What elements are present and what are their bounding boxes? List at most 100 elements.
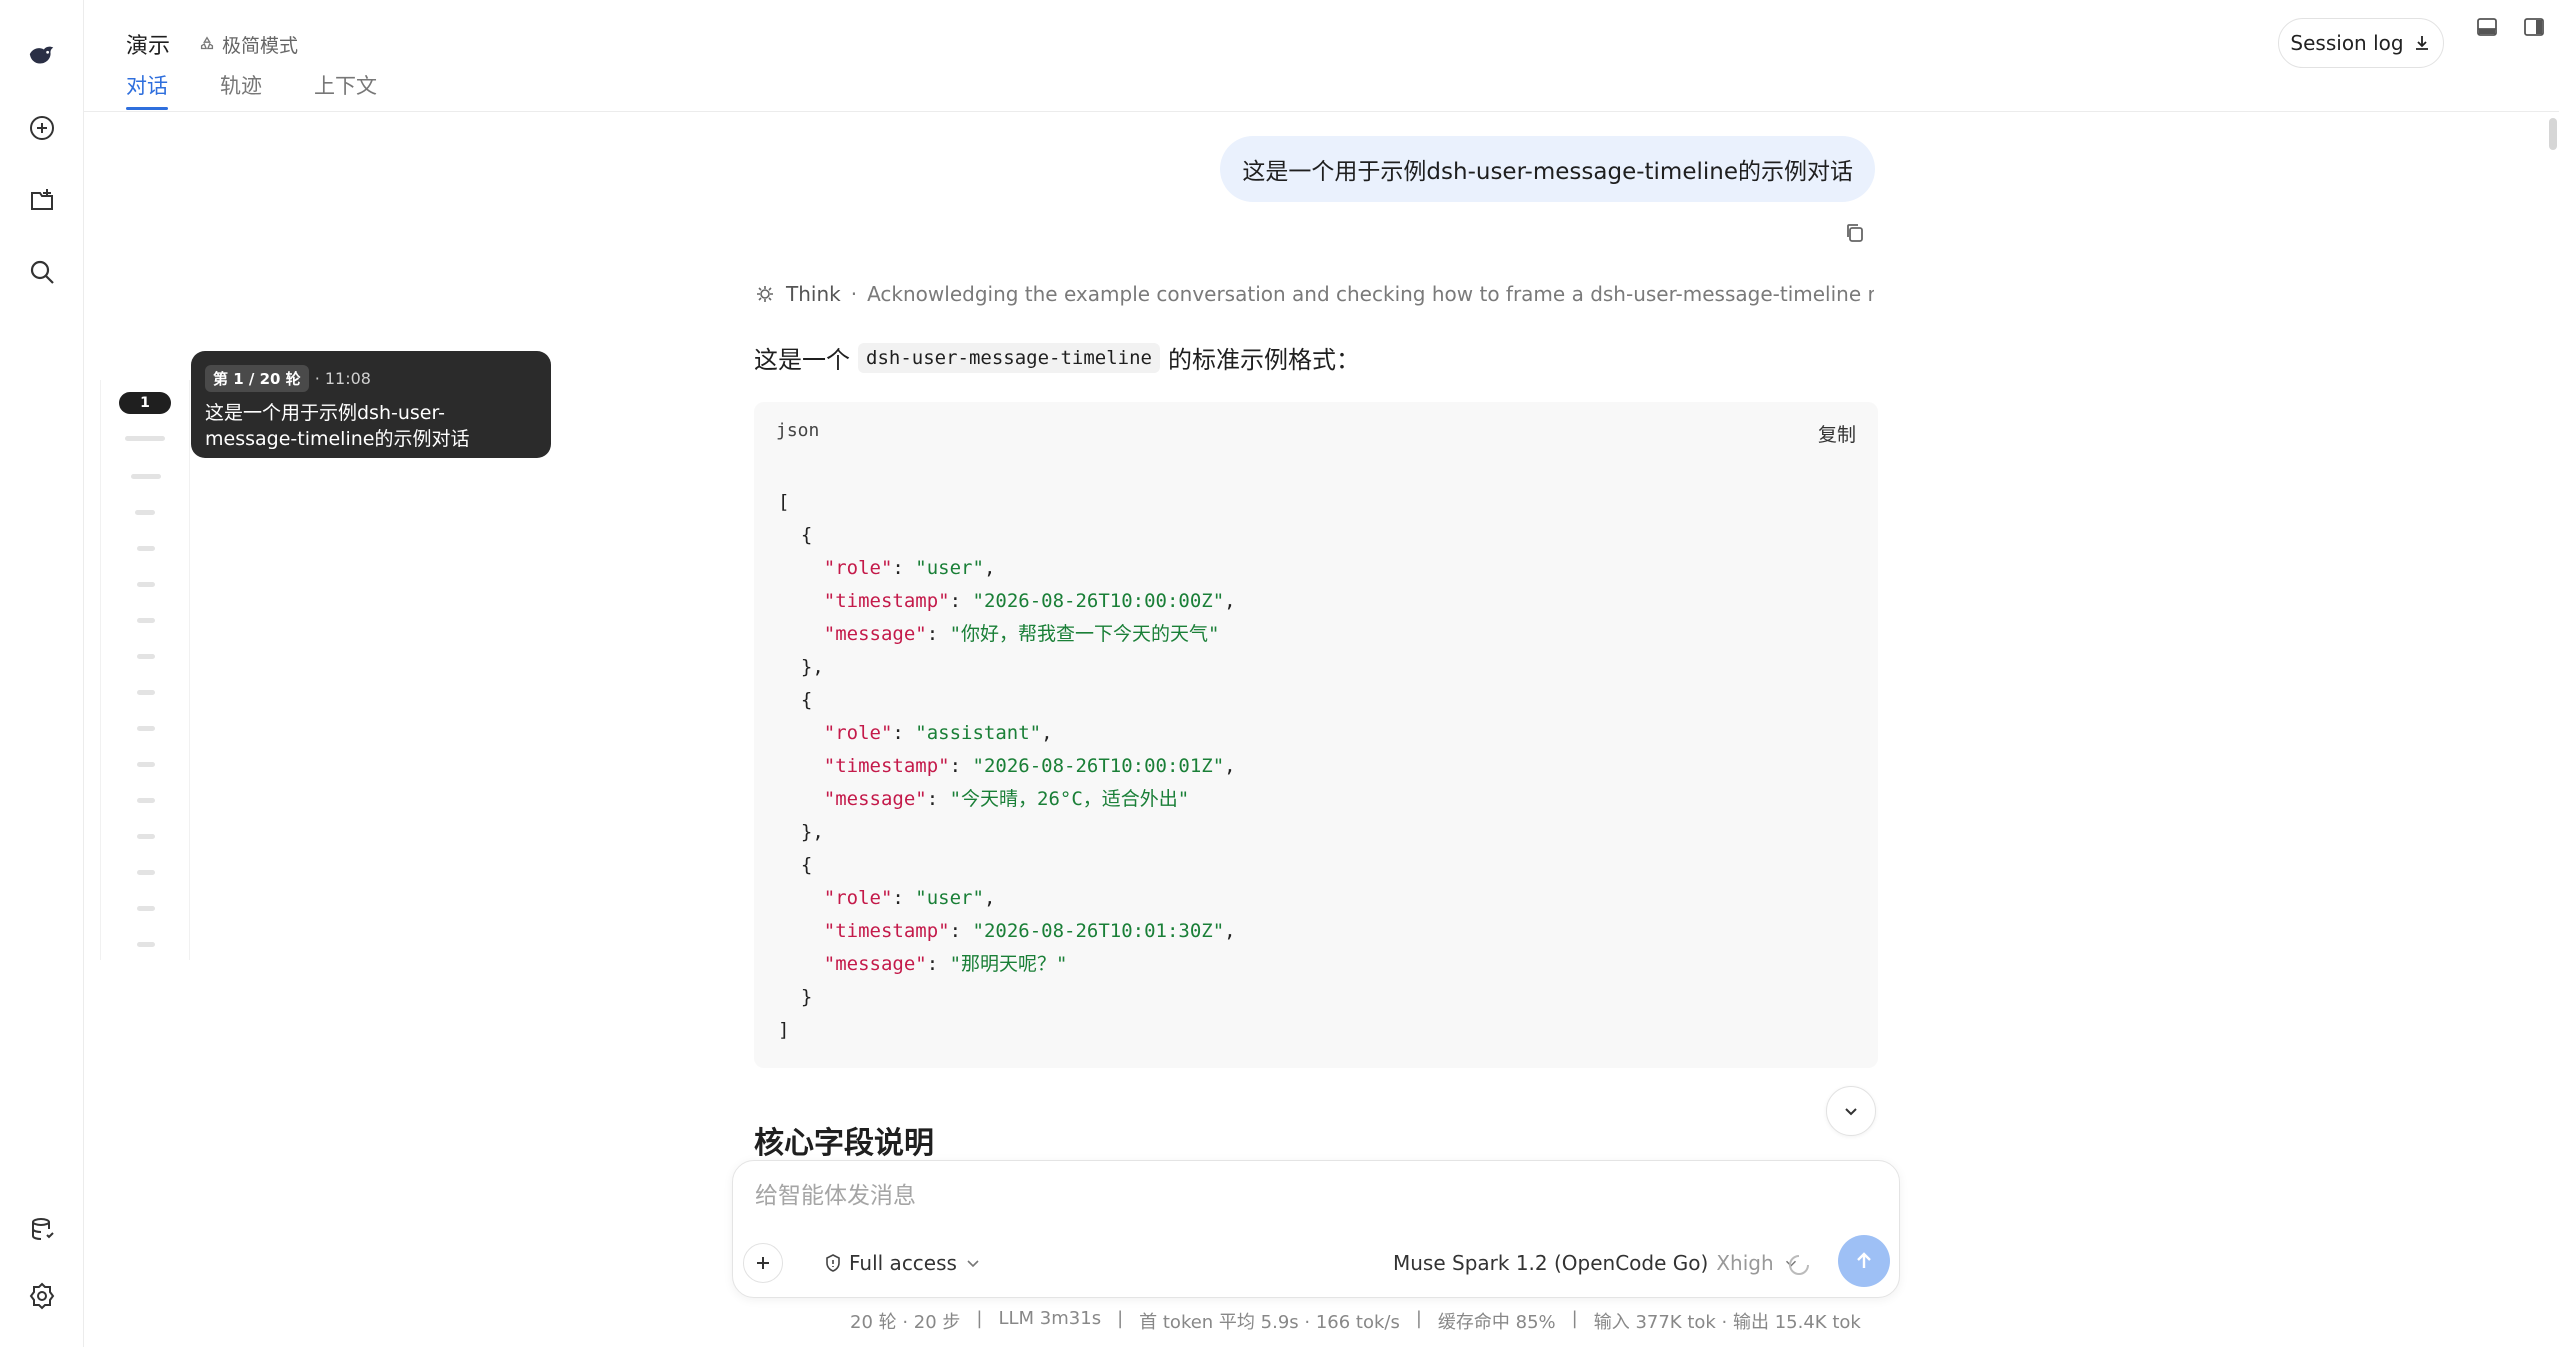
- code-line: {: [778, 689, 813, 711]
- timeline-preview-card: 第 1 / 20 轮 · 11:08 这是一个用于示例dsh-user-mess…: [191, 351, 551, 458]
- inline-code: dsh-user-message-timeline: [858, 342, 1160, 373]
- session-stats: 20 轮 · 20 步 | LLM 3m31s | 首 token 平均 5.9s · …: [850, 1308, 1861, 1334]
- mode-label: 极简模式: [222, 34, 299, 57]
- code-line: {: [778, 524, 813, 546]
- session-log-button[interactable]: Session log: [2278, 18, 2444, 68]
- session-log-label: Session log: [2290, 31, 2404, 55]
- database-icon[interactable]: [22, 1210, 62, 1250]
- code-line: "message": "那明天呢？": [823, 953, 1068, 975]
- plus-icon: [757, 1257, 769, 1269]
- send-button[interactable]: [1838, 1235, 1890, 1287]
- timeline-turn-marker[interactable]: [135, 510, 155, 515]
- turn-preview-text: 这是一个用于示例dsh-user-message-timeline的示例对话: [205, 402, 470, 450]
- code-line: "message": "今天晴，26°C，适合外出": [823, 788, 1190, 810]
- scroll-to-bottom-button[interactable]: [1826, 1086, 1876, 1136]
- stats-item: 20 轮 · 20 步: [850, 1312, 961, 1333]
- chevron-down-icon: [1845, 1108, 1857, 1116]
- timeline-turn-marker[interactable]: [137, 834, 155, 839]
- access-label: Full access: [849, 1251, 957, 1275]
- answer-intro: 这是一个 dsh-user-message-timeline 的标准示例格式：: [754, 340, 1360, 375]
- code-line: [: [778, 491, 790, 513]
- right-panel-toggle-icon[interactable]: [2521, 14, 2547, 40]
- settings-icon[interactable]: [22, 1276, 62, 1316]
- code-line: "role": "user",: [823, 557, 996, 579]
- download-icon: [2415, 36, 2428, 50]
- timeline-turn-marker[interactable]: [137, 870, 155, 875]
- answer-intro-before: 这是一个: [754, 346, 850, 374]
- code-line: }: [778, 986, 813, 1008]
- timeline-turn-marker[interactable]: [131, 474, 161, 479]
- app-logo-icon[interactable]: [22, 36, 62, 76]
- model-selector[interactable]: Muse Spark 1.2 (OpenCode Go) Xhigh: [1393, 1251, 1800, 1275]
- turn-badge: 第 1 / 20 轮: [205, 365, 309, 392]
- top-header: 演示 极简模式 对话 轨迹 上下文 Session log: [84, 0, 2559, 112]
- timeline-turn-marker[interactable]: [137, 690, 155, 695]
- timeline-turn-marker[interactable]: [125, 436, 165, 441]
- think-summary-text: Acknowledging the example conversation a…: [867, 282, 1874, 306]
- scrollbar-thumb[interactable]: [2549, 118, 2557, 150]
- stats-separator: |: [1117, 1308, 1124, 1329]
- timeline-turn-marker[interactable]: [137, 798, 155, 803]
- timeline-turn-marker[interactable]: [137, 906, 155, 911]
- stats-item: 首 token 平均 5.9s · 166 tok/s: [1139, 1312, 1400, 1333]
- code-line: "timestamp": "2026-08-26T10:00:01Z",: [823, 755, 1236, 777]
- think-separator: ·: [850, 282, 858, 306]
- code-line: "message": "你好，帮我查一下今天的天气": [823, 623, 1220, 645]
- code-line: ]: [778, 1019, 790, 1041]
- attach-button[interactable]: [743, 1243, 783, 1283]
- new-chat-icon[interactable]: [22, 108, 62, 148]
- tab-trajectory[interactable]: 轨迹: [220, 70, 262, 110]
- loading-spinner-icon: [1789, 1255, 1809, 1275]
- message-input[interactable]: [755, 1183, 1855, 1209]
- stats-item: 输入 377K tok · 输出 15.4K tok: [1593, 1312, 1861, 1333]
- code-line: },: [778, 821, 824, 843]
- user-message-bubble: 这是一个用于示例dsh-user-message-timeline的示例对话: [1220, 136, 1875, 202]
- stats-item: 缓存命中 85%: [1437, 1312, 1556, 1333]
- shield-icon: [826, 1254, 840, 1272]
- answer-intro-after: 的标准示例格式：: [1167, 346, 1360, 374]
- bottom-panel-toggle-icon[interactable]: [2474, 14, 2500, 40]
- stats-separator: |: [1415, 1308, 1422, 1329]
- timeline-turn-marker[interactable]: [137, 618, 155, 623]
- code-line: "role": "assistant",: [823, 722, 1053, 744]
- timeline-turn-marker[interactable]: [137, 942, 155, 947]
- think-icon: [757, 286, 773, 302]
- model-label: Muse Spark 1.2 (OpenCode Go): [1393, 1251, 1709, 1275]
- search-icon[interactable]: [22, 252, 62, 292]
- tab-context[interactable]: 上下文: [314, 70, 377, 110]
- arrow-up-icon: [1857, 1252, 1871, 1268]
- code-language-label: json: [776, 420, 820, 441]
- timeline-turn-marker[interactable]: [137, 654, 155, 659]
- page-title: 演示: [126, 34, 171, 59]
- think-summary[interactable]: Think · Acknowledging the example conver…: [754, 282, 1874, 306]
- timeline-current-turn[interactable]: 1: [119, 392, 171, 414]
- stats-separator: |: [1571, 1308, 1578, 1329]
- copy-icon[interactable]: [1842, 220, 1868, 246]
- tab-chat[interactable]: 对话: [126, 70, 168, 110]
- section-heading: 核心字段说明: [754, 1126, 934, 1161]
- turn-timeline: 1: [100, 380, 190, 960]
- timeline-turn-marker[interactable]: [137, 582, 155, 587]
- stats-separator: |: [976, 1308, 983, 1329]
- left-rail: [0, 0, 84, 1347]
- effort-label: Xhigh: [1716, 1251, 1774, 1275]
- code-line: "timestamp": "2026-08-26T10:01:30Z",: [823, 920, 1236, 942]
- new-project-icon[interactable]: [22, 180, 62, 220]
- json-code-block: json 复制 [ { "role": "user", "timestamp":…: [754, 402, 1878, 1068]
- code-line: "role": "user",: [823, 887, 996, 909]
- message-composer: Full access Muse Spark 1.2 (OpenCode Go)…: [732, 1160, 1900, 1298]
- access-level-dropdown[interactable]: Full access: [823, 1251, 983, 1275]
- timeline-turn-marker[interactable]: [137, 762, 155, 767]
- think-label: Think: [786, 282, 841, 306]
- stats-item: LLM 3m31s: [998, 1308, 1102, 1329]
- code-line: {: [778, 854, 813, 876]
- code-copy-button[interactable]: 复制: [1818, 420, 1856, 447]
- code-content: [ { "role": "user", "timestamp": "2026-0…: [778, 486, 1236, 1047]
- code-line: },: [778, 656, 824, 678]
- turn-time: · 11:08: [314, 369, 371, 388]
- timeline-turn-marker[interactable]: [137, 726, 155, 731]
- minimal-mode-tag[interactable]: 极简模式: [198, 31, 298, 58]
- code-line: "timestamp": "2026-08-26T10:00:00Z",: [823, 590, 1236, 612]
- header-tabs: 对话 轨迹 上下文: [126, 70, 377, 110]
- timeline-turn-marker[interactable]: [137, 546, 155, 551]
